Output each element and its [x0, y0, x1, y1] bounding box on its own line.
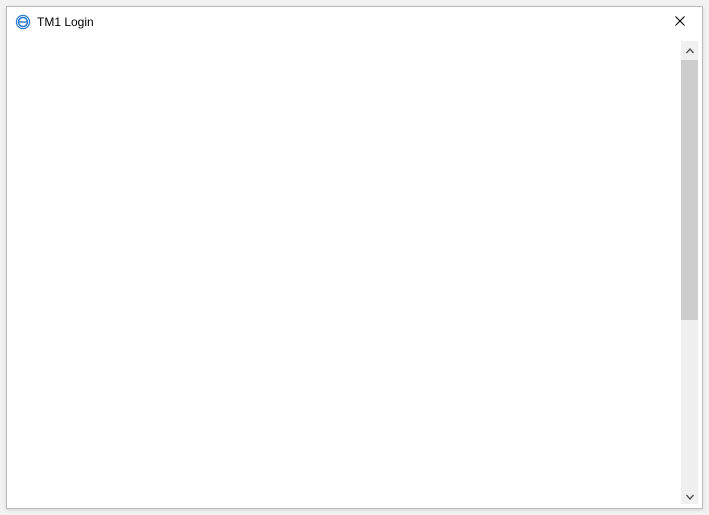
vertical-scrollbar[interactable] [681, 41, 698, 504]
content-area [7, 37, 702, 508]
chevron-up-icon [686, 43, 694, 57]
scroll-down-button[interactable] [681, 487, 698, 504]
window-title: TM1 Login [37, 7, 657, 37]
close-icon [675, 15, 685, 29]
app-icon [15, 14, 31, 30]
scroll-track[interactable] [681, 58, 698, 487]
close-button[interactable] [657, 7, 702, 37]
dialog-window: TM1 Login [6, 6, 703, 509]
titlebar: TM1 Login [7, 7, 702, 37]
scroll-up-button[interactable] [681, 41, 698, 58]
content-pane [7, 37, 681, 508]
scroll-thumb[interactable] [681, 60, 698, 320]
chevron-down-icon [686, 489, 694, 503]
